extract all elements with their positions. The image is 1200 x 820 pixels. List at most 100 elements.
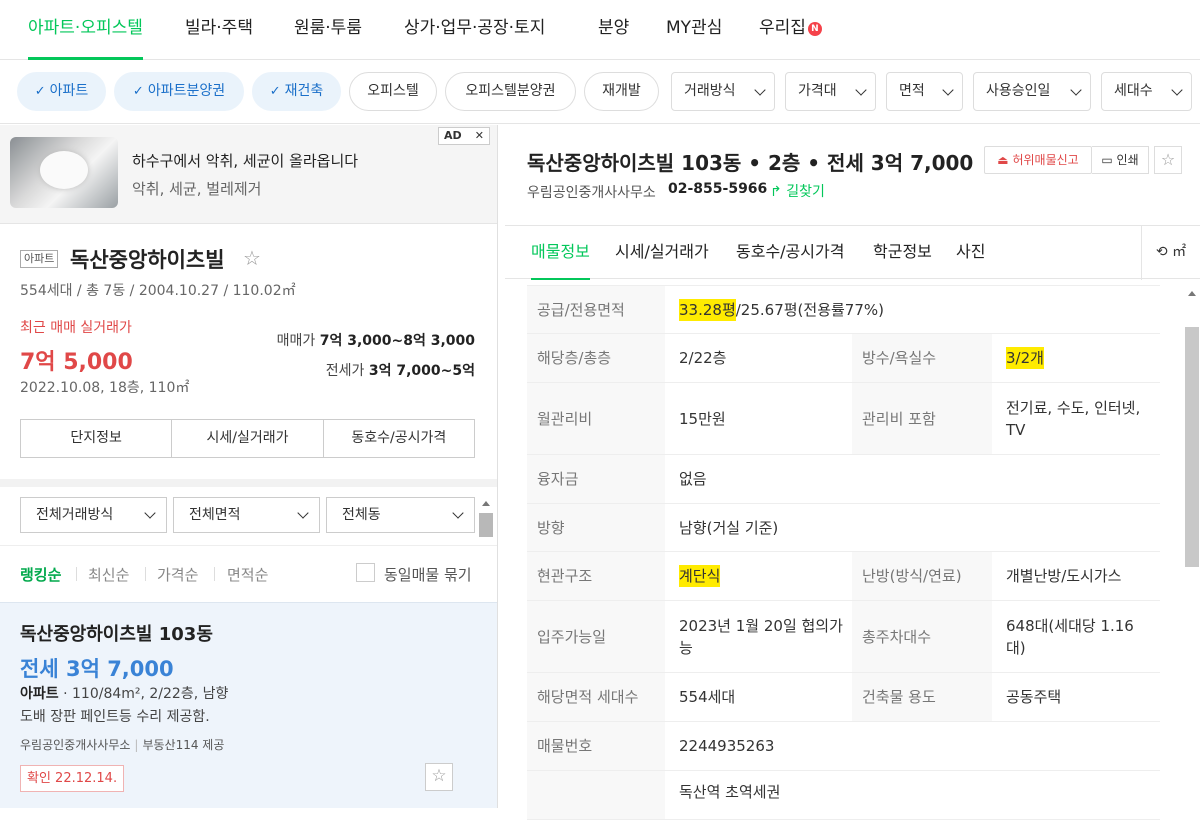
jeonse-price-value: 3억 7,000~5억 (368, 363, 475, 379)
tab-my-home[interactable]: 우리집 N (759, 0, 822, 60)
table-value: 공동주택 (1006, 688, 1062, 706)
ad-thumbnail-image (10, 137, 118, 208)
scroll-up-arrow-icon[interactable] (1188, 291, 1196, 296)
dropdown-approval-date[interactable]: 사용승인일 (973, 72, 1091, 111)
select-area[interactable]: 전체면적 (173, 497, 320, 533)
complex-info-button[interactable]: 단지정보 (21, 420, 173, 457)
filter-chip-apartment-presale-right[interactable]: ✓ 아파트분양권 (114, 72, 244, 111)
directions-label: 길찾기 (786, 184, 825, 200)
top-navigation: 아파트·오피스텔 빌라·주택 원룸·투룸 상가·업무·공장·토지 분양 MY관심… (0, 0, 1200, 60)
siren-icon: ⏏ (997, 153, 1009, 167)
listing-description: 도배 장판 페인트등 수리 제공함. (20, 709, 210, 725)
type-badge: 아파트 (20, 250, 59, 268)
listing-name: 독산중앙하이츠빌 103동 (20, 624, 213, 645)
tab-villa-house[interactable]: 빌라·주택 (185, 0, 253, 60)
scrollbar-thumb[interactable] (479, 513, 493, 537)
left-scrollbar[interactable] (478, 495, 494, 808)
table-key: 총주차대수 (852, 601, 992, 672)
tab-photos[interactable]: 사진 (956, 226, 985, 280)
table-row: 독산역 초역세권 (527, 771, 1160, 820)
table-key: 융자금 (527, 455, 665, 503)
print-button[interactable]: ▭ 인쇄 (1092, 146, 1149, 174)
table-value: 554세대 (679, 688, 736, 706)
sort-latest[interactable]: 최신순 (88, 564, 129, 585)
dropdown-price-range[interactable]: 가격대 (785, 72, 876, 111)
select-trade-type[interactable]: 전체거래방식 (20, 497, 167, 533)
chevron-down-icon (942, 84, 954, 96)
complex-info: 554세대 / 총 7동 / 2004.10.27 / 110.02㎡ (20, 283, 296, 299)
unit-public-price-button[interactable]: 동호수/공시가격 (324, 420, 474, 457)
tab-my-home-label: 우리집 (759, 18, 806, 38)
tab-unit-public-price[interactable]: 동호수/공시가격 (736, 226, 844, 280)
check-icon: ✓ (269, 84, 281, 99)
tab-presale[interactable]: 분양 (598, 0, 629, 60)
table-row: 융자금 없음 (527, 455, 1160, 504)
tab-apartment-officetel[interactable]: 아파트·오피스텔 (28, 0, 143, 60)
filter-chip-label: 아파트 (49, 83, 89, 99)
filter-chip-reconstruction[interactable]: ✓ 재건축 (252, 72, 341, 111)
filter-bar: ✓ 아파트 ✓ 아파트분양권 ✓ 재건축 오피스텔 오피스텔분양권 재개발 거래방식 … (0, 60, 1200, 124)
star-icon[interactable]: ☆ (1154, 146, 1182, 174)
close-icon[interactable]: ✕ (475, 128, 484, 144)
recent-trade-date: 2022.10.08, 18층, 110㎡ (20, 380, 190, 396)
table-key: 입주가능일 (527, 601, 665, 672)
filter-chip-redevelopment[interactable]: 재개발 (584, 72, 659, 111)
sort-area[interactable]: 면적순 (227, 564, 268, 585)
tab-commercial-land[interactable]: 상가·업무·공장·토지 (404, 0, 545, 60)
check-icon: ✓ (34, 84, 46, 99)
unit-toggle-label: ㎡ (1172, 244, 1187, 260)
select-label: 전체면적 (189, 507, 241, 523)
star-icon[interactable]: ☆ (425, 763, 453, 791)
directions-link[interactable]: ↱ 길찾기 (770, 181, 825, 201)
detail-tabs: 매물정보 시세/실거래가 동호수/공시가격 학군정보 사진 ⟲ ㎡ (505, 225, 1200, 280)
tab-my-interest[interactable]: MY관심 (666, 0, 722, 60)
detail-title: 독산중앙하이츠빌 103동 • 2층 • 전세 3억 7,000 (527, 151, 974, 175)
scrollbar-thumb[interactable] (1185, 327, 1199, 567)
filter-chip-apartment[interactable]: ✓ 아파트 (17, 72, 106, 111)
table-key: 해당층/총층 (527, 334, 665, 382)
directions-arrow-icon: ↱ (770, 184, 782, 200)
tab-market-price[interactable]: 시세/실거래가 (615, 226, 709, 280)
select-label: 전체동 (342, 507, 381, 523)
filter-chip-officetel[interactable]: 오피스텔 (349, 72, 437, 111)
star-icon[interactable]: ☆ (243, 246, 261, 270)
filter-chip-officetel-presale-right[interactable]: 오피스텔분양권 (445, 72, 576, 111)
detail-agent: 우림공인중개사사무소 (527, 185, 656, 201)
table-value: 없음 (679, 470, 707, 488)
table-row: 해당층/총층 2/22층 방수/욕실수 3/2개 (527, 334, 1160, 383)
listing-broker: 우림공인중개사사무소 | 부동산114 제공 (20, 736, 224, 753)
table-row: 현관구조 계단식 난방(방식/연료) 개별난방/도시가스 (527, 552, 1160, 601)
table-value-rest: /25.67평(전용률77%) (735, 300, 884, 319)
detail-panel: 독산중앙하이츠빌 103동 • 2층 • 전세 3억 7,000 우림공인중개사… (505, 125, 1200, 820)
sort-price[interactable]: 가격순 (157, 564, 198, 585)
dropdown-area[interactable]: 면적 (886, 72, 963, 111)
dropdown-label: 거래방식 (684, 83, 736, 99)
select-building[interactable]: 전체동 (326, 497, 475, 533)
listing-type: 아파트 (20, 686, 59, 702)
filter-chip-label: 재건축 (284, 83, 324, 99)
report-false-listing-button[interactable]: ⏏ 허위매물신고 (984, 146, 1092, 174)
right-scrollbar[interactable] (1184, 285, 1200, 808)
table-row: 월관리비 15만원 관리비 포함 전기료, 수도, 인터넷, TV (527, 383, 1160, 455)
unit-toggle-button[interactable]: ⟲ ㎡ (1141, 226, 1200, 280)
complex-summary: 아파트 독산중앙하이츠빌 ☆ 554세대 / 총 7동 / 2004.10.27… (0, 225, 497, 487)
table-key: 방향 (527, 504, 665, 551)
tab-oneroom-tworoom[interactable]: 원룸·투룸 (294, 0, 362, 60)
market-price-button[interactable]: 시세/실거래가 (172, 420, 324, 457)
filter-chip-label: 아파트분양권 (147, 83, 226, 99)
sale-price-value: 7억 3,000~8억 3,000 (319, 333, 475, 349)
dropdown-household-count[interactable]: 세대수 (1101, 72, 1192, 111)
complex-button-row: 단지정보 시세/실거래가 동호수/공시가격 (20, 419, 475, 458)
group-same-listing-checkbox[interactable] (356, 563, 375, 582)
sort-ranking[interactable]: 랭킹순 (20, 564, 61, 585)
table-row: 입주가능일 2023년 1월 20일 협의가능 총주차대수 648대(세대당 1… (527, 601, 1160, 673)
table-value: 2/22층 (679, 349, 727, 367)
tab-school-info[interactable]: 학군정보 (873, 226, 932, 280)
scroll-up-arrow-icon[interactable] (482, 501, 490, 506)
recent-trade-price: 7억 5,000 (20, 350, 133, 375)
ad-banner[interactable]: 하수구에서 악취, 세균이 올라옵니다 악취, 세균, 벌레제거 AD ✕ (0, 125, 497, 224)
listing-card[interactable]: 독산중앙하이츠빌 103동 전세 3억 7,000 아파트 · 110/84m²… (0, 602, 497, 808)
left-panel: 하수구에서 악취, 세균이 올라옵니다 악취, 세균, 벌레제거 AD ✕ 아파트… (0, 125, 498, 808)
tab-listing-info[interactable]: 매물정보 (531, 226, 590, 280)
dropdown-trade-type[interactable]: 거래방식 (671, 72, 775, 111)
